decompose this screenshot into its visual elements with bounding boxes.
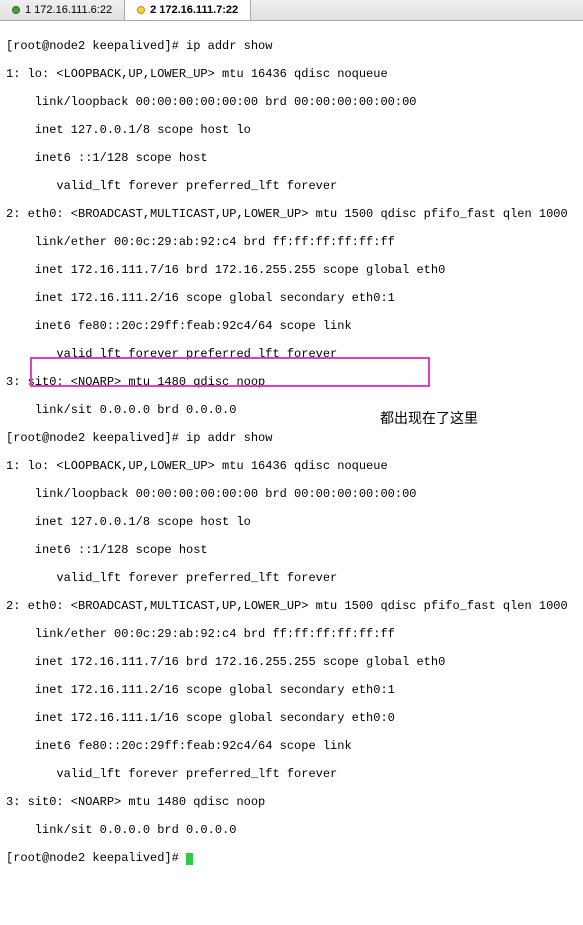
tab-bar: 1 172.16.111.6:22 2 172.16.111.7:22 [0,0,583,21]
output-line: 1: lo: <LOOPBACK,UP,LOWER_UP> mtu 16436 … [6,67,577,81]
status-icon [12,6,20,14]
output-line: inet 172.16.111.1/16 scope global second… [6,711,577,725]
tab-label: 1 172.16.111.6:22 [25,4,112,16]
prompt-line: [root@node2 keepalived]# ip addr show [6,431,577,445]
output-line: inet 127.0.0.1/8 scope host lo [6,515,577,529]
tab-1[interactable]: 1 172.16.111.6:22 [0,0,125,20]
output-line: valid_lft forever preferred_lft forever [6,347,577,361]
output-line: link/ether 00:0c:29:ab:92:c4 brd ff:ff:f… [6,235,577,249]
tab-label: 2 172.16.111.7:22 [150,4,238,16]
terminal-output[interactable]: [root@node2 keepalived]# ip addr show 1:… [0,21,583,925]
output-line: valid_lft forever preferred_lft forever [6,571,577,585]
output-line: link/loopback 00:00:00:00:00:00 brd 00:0… [6,95,577,109]
output-line: inet 172.16.111.7/16 brd 172.16.255.255 … [6,263,577,277]
prompt-line: [root@node2 keepalived]# [6,851,577,865]
output-line: 2: eth0: <BROADCAST,MULTICAST,UP,LOWER_U… [6,599,577,613]
output-line: inet 172.16.111.2/16 scope global second… [6,291,577,305]
output-line: inet6 ::1/128 scope host [6,543,577,557]
tab-2[interactable]: 2 172.16.111.7:22 [125,0,251,20]
output-line: inet 172.16.111.7/16 brd 172.16.255.255 … [6,655,577,669]
output-line: inet 127.0.0.1/8 scope host lo [6,123,577,137]
output-line: link/sit 0.0.0.0 brd 0.0.0.0 [6,403,577,417]
output-line: valid_lft forever preferred_lft forever [6,179,577,193]
cursor-icon [186,853,193,865]
output-line: inet6 fe80::20c:29ff:feab:92c4/64 scope … [6,739,577,753]
output-line: valid_lft forever preferred_lft forever [6,767,577,781]
output-line: 3: sit0: <NOARP> mtu 1480 qdisc noop [6,795,577,809]
output-line: inet 172.16.111.2/16 scope global second… [6,683,577,697]
annotation-text: 都出现在了这里 [380,411,478,425]
output-line: 1: lo: <LOOPBACK,UP,LOWER_UP> mtu 16436 … [6,459,577,473]
output-line: inet6 ::1/128 scope host [6,151,577,165]
output-line: link/loopback 00:00:00:00:00:00 brd 00:0… [6,487,577,501]
prompt-line: [root@node2 keepalived]# ip addr show [6,39,577,53]
output-line: inet6 fe80::20c:29ff:feab:92c4/64 scope … [6,319,577,333]
status-icon [137,6,145,14]
output-line: link/sit 0.0.0.0 brd 0.0.0.0 [6,823,577,837]
output-line: 2: eth0: <BROADCAST,MULTICAST,UP,LOWER_U… [6,207,577,221]
output-line: 3: sit0: <NOARP> mtu 1480 qdisc noop [6,375,577,389]
output-line: link/ether 00:0c:29:ab:92:c4 brd ff:ff:f… [6,627,577,641]
